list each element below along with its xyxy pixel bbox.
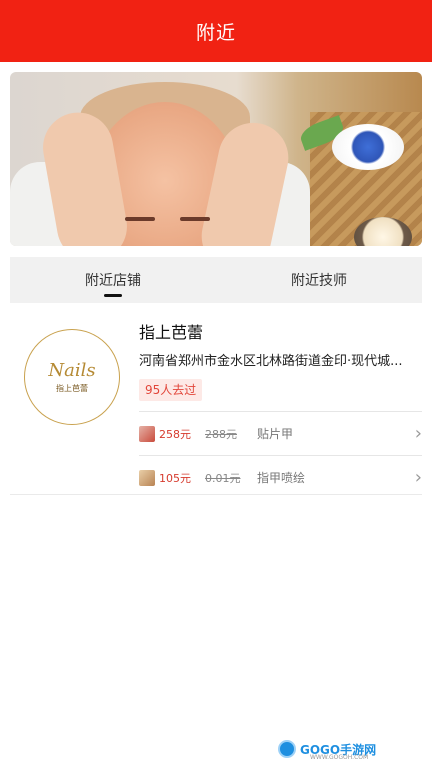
offer-price: 258元 (159, 427, 191, 441)
tab-label: 附近技师 (291, 273, 347, 289)
tab-nearby-technicians[interactable]: 附近技师 (216, 257, 422, 303)
chevron-right-icon: › (414, 467, 422, 488)
tab-nearby-shops[interactable]: 附近店铺 (10, 257, 216, 303)
offer-original-price: 0.01元 (205, 471, 241, 485)
tab-bar: 附近店铺 附近技师 (10, 257, 422, 303)
offer-original-price: 288元 (205, 427, 237, 441)
offer-title: 贴片甲 (257, 427, 294, 441)
logo-script: Nails (48, 360, 96, 381)
chevron-right-icon: › (414, 423, 422, 444)
gogo-logo-icon (278, 740, 296, 758)
offer-title: 指甲喷绘 (257, 471, 306, 485)
logo-subtitle: 指上芭蕾 (56, 384, 88, 393)
offer-row[interactable]: 105元 0.01元 指甲喷绘 › (139, 455, 422, 499)
shop-logo: Nails 指上芭蕾 (24, 329, 120, 425)
app-header: 附近 (0, 0, 432, 62)
watermark-logo: GOGO手游网 WWW.GOGOH.COM (278, 738, 376, 761)
banner-carousel[interactable] (10, 72, 422, 246)
page-title: 附近 (195, 21, 236, 44)
offer-price: 105元 (159, 471, 191, 485)
nail-thumb-icon (139, 425, 155, 442)
offer-row[interactable]: 258元 288元 贴片甲 › (139, 411, 422, 455)
shop-address: 河南省郑州市金水区北林路街道金印·现代城... (139, 354, 403, 369)
banner-eye-left (125, 217, 155, 221)
tab-label: 附近店铺 (85, 273, 141, 289)
banner-bowl (332, 124, 404, 170)
shop-card[interactable]: Nails 指上芭蕾 指上芭蕾 河南省郑州市金水区北林路街道金印·现代城... … (10, 303, 422, 495)
nail-thumb-icon (139, 469, 155, 486)
banner-eye-right (180, 217, 210, 221)
shop-name[interactable]: 指上芭蕾 (139, 319, 203, 343)
active-tab-indicator (104, 294, 122, 297)
watermark-subtext: WWW.GOGOH.COM (310, 754, 369, 761)
visits-badge: 95人去过 (139, 379, 203, 401)
